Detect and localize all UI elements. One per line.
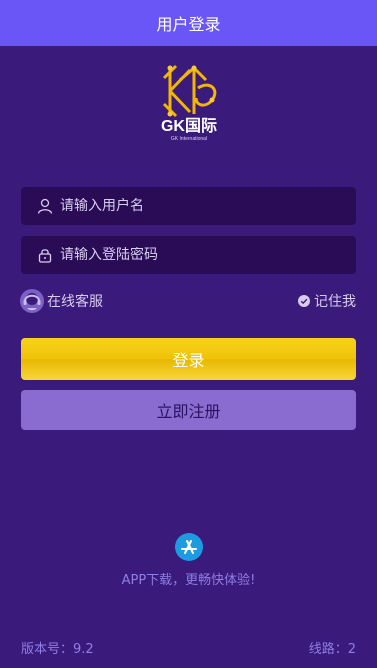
- headset-icon: [20, 289, 44, 313]
- header-bar: 用户登录: [0, 0, 377, 46]
- app-store-icon[interactable]: [174, 533, 203, 561]
- customer-service-label: 在线客服: [47, 294, 103, 310]
- gk-logo-icon: [162, 64, 217, 118]
- login-button[interactable]: 登录: [21, 338, 356, 380]
- password-input[interactable]: [60, 247, 356, 263]
- app-download[interactable]: APP下载，更畅快体验!: [0, 533, 377, 588]
- remember-me-checkbox[interactable]: 记住我: [298, 291, 356, 311]
- logo-subtitle: GK International: [170, 136, 208, 142]
- user-icon: [37, 198, 53, 214]
- register-button[interactable]: 立即注册: [21, 390, 356, 430]
- brand-logo: GK国际 GK International: [150, 62, 228, 144]
- username-input[interactable]: [60, 198, 356, 214]
- remember-me-label: 记住我: [314, 294, 356, 310]
- password-field[interactable]: [21, 236, 356, 274]
- options-row: 在线客服 记住我: [20, 287, 356, 315]
- app-download-link[interactable]: APP下载，更畅快体验!: [122, 569, 256, 588]
- lock-icon: [37, 247, 53, 263]
- username-field[interactable]: [21, 187, 356, 225]
- footer: 版本号：9.2 线路：2: [21, 638, 356, 657]
- page-title: 用户登录: [156, 15, 221, 34]
- line-label[interactable]: 线路：2: [309, 638, 356, 657]
- customer-service-link[interactable]: 在线客服: [20, 288, 103, 314]
- check-circle-icon: [298, 295, 310, 307]
- version-label: 版本号：9.2: [21, 642, 94, 657]
- logo-name: GK国际: [160, 118, 217, 135]
